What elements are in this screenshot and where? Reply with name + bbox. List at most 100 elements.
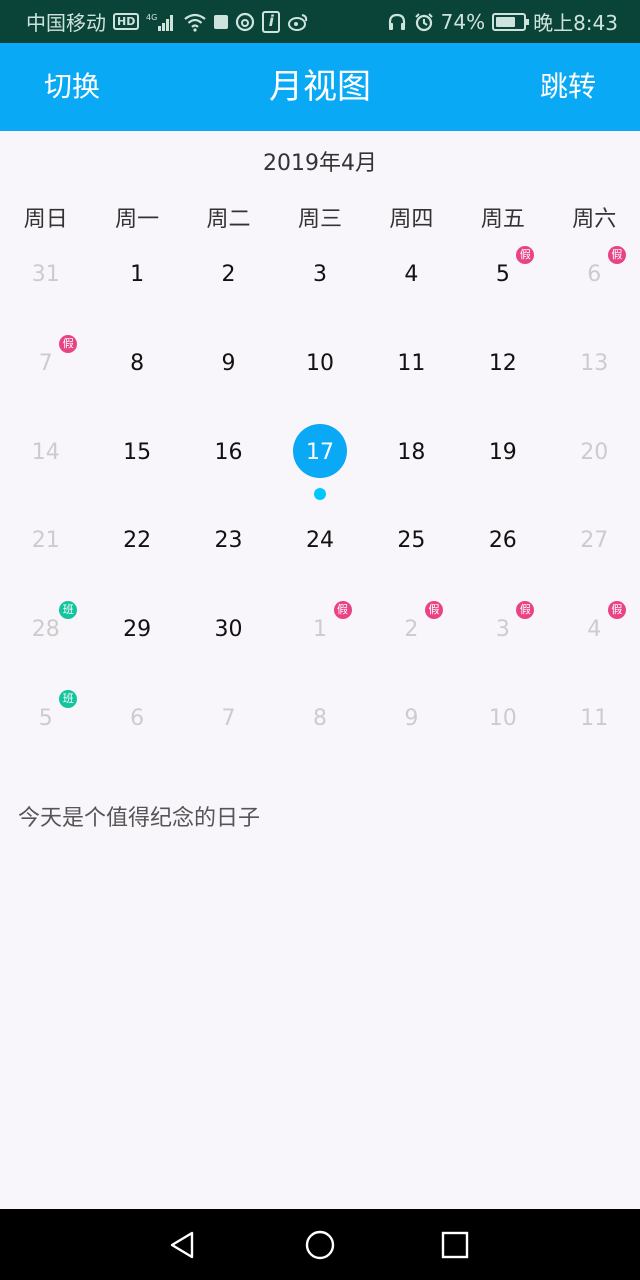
jump-button[interactable]: 跳转	[540, 43, 596, 131]
alarm-icon	[414, 12, 434, 32]
holiday-badge: 假	[607, 246, 626, 264]
day-number: 31	[31, 262, 60, 287]
recents-icon[interactable]	[437, 1227, 473, 1263]
navigation-bar	[0, 1209, 640, 1280]
calendar-day[interactable]: 13	[549, 319, 640, 408]
status-bar-left: 中国移动 HD 4G i	[26, 7, 309, 36]
calendar-day-selected[interactable]: 17	[274, 408, 365, 500]
calendar-day[interactable]: 11	[549, 674, 640, 763]
calendar-day[interactable]: 15	[91, 408, 182, 497]
calendar-day[interactable]: 23	[183, 496, 274, 585]
calendar-day[interactable]: 10	[457, 674, 548, 763]
calendar-day[interactable]: 6	[91, 674, 182, 763]
day-number: 23	[214, 528, 243, 554]
day-number: 19	[488, 439, 517, 465]
calendar-day[interactable]: 7	[183, 674, 274, 763]
day-number: 15	[123, 439, 152, 465]
day-number: 5	[495, 262, 510, 287]
hd-icon: HD	[113, 13, 140, 30]
calendar-day[interactable]: 1	[91, 230, 182, 319]
calendar-week-row: 31 1 2 3 4 5 假 6 假	[0, 230, 640, 319]
clock-time: 晚上8:43	[533, 11, 618, 35]
calendar-week-row: 21 22 23 24 25 26 27	[0, 496, 640, 585]
carrier-label: 中国移动	[26, 11, 106, 35]
calendar-day[interactable]: 9	[183, 319, 274, 408]
day-number: 10	[488, 705, 517, 731]
calendar-day[interactable]: 3假	[457, 585, 548, 674]
calendar-day[interactable]: 22	[91, 496, 182, 585]
month-label: 2019年4月	[263, 151, 377, 176]
day-number: 30	[214, 617, 243, 643]
battery-percent: 74%	[440, 9, 486, 34]
calendar-week-row: 7 假 8 9 10 11 12 13	[0, 319, 640, 408]
day-number: 18	[397, 439, 426, 465]
calendar-day[interactable]: 14	[0, 408, 91, 497]
calendar-day[interactable]: 9	[366, 674, 457, 763]
calendar-day[interactable]: 19	[457, 408, 548, 497]
calendar-day[interactable]: 5班	[0, 674, 91, 763]
day-number: 9	[404, 705, 419, 731]
calendar-day[interactable]: 1假	[274, 585, 365, 674]
day-number: 29	[123, 617, 152, 643]
day-number: 14	[31, 439, 60, 465]
holiday-badge: 假	[607, 601, 626, 620]
calendar-day[interactable]: 6假	[549, 230, 640, 319]
calendar-day[interactable]: 2	[183, 230, 274, 319]
holiday-badge: 假	[59, 334, 78, 353]
day-number: 28	[31, 617, 60, 643]
day-number: 11	[397, 350, 426, 376]
day-number: 6	[130, 705, 145, 731]
day-number: 8	[130, 350, 145, 376]
calendar-day[interactable]: 29	[91, 585, 182, 674]
day-number: 5	[38, 705, 53, 731]
netease-icon	[235, 12, 255, 32]
calendar-day[interactable]: 10	[274, 319, 365, 408]
day-number: 7	[38, 350, 53, 376]
calendar-day[interactable]: 30	[183, 585, 274, 674]
calendar-day[interactable]: 8	[274, 674, 365, 763]
calendar-day[interactable]: 11	[366, 319, 457, 408]
day-number: 26	[488, 528, 517, 554]
home-icon[interactable]	[302, 1227, 338, 1263]
calendar-day[interactable]: 21	[0, 496, 91, 585]
back-icon[interactable]	[164, 1227, 200, 1263]
calendar-day[interactable]: 28 班	[0, 585, 91, 674]
day-number: 20	[580, 439, 609, 465]
calendar-day[interactable]: 16	[183, 408, 274, 497]
note-text: 今天是个值得纪念的日子	[18, 806, 261, 831]
day-number: 25	[397, 528, 426, 554]
day-number: 12	[488, 350, 517, 376]
day-number: 21	[31, 528, 60, 554]
day-number: 2	[404, 617, 419, 643]
calendar-day[interactable]: 5假	[457, 230, 548, 319]
calendar-day[interactable]: 24	[274, 496, 365, 585]
calendar-day[interactable]: 4假	[549, 585, 640, 674]
battery-fill	[496, 16, 516, 27]
day-number: 9	[221, 350, 236, 376]
day-number: 8	[312, 705, 327, 731]
status-bar: 中国移动 HD 4G i 74% 晚上8:43	[0, 0, 640, 43]
calendar-day[interactable]: 25	[366, 496, 457, 585]
calendar-day[interactable]: 20	[549, 408, 640, 497]
svg-text:4G: 4G	[146, 13, 157, 22]
calendar-day[interactable]: 3	[274, 230, 365, 319]
calendar-day[interactable]: 8	[91, 319, 182, 408]
day-number: 13	[580, 350, 609, 376]
day-number: 3	[312, 262, 327, 287]
calendar-day[interactable]: 27	[549, 496, 640, 585]
calendar-day[interactable]: 26	[457, 496, 548, 585]
calendar-day[interactable]: 12	[457, 319, 548, 408]
calendar-day[interactable]: 7假	[0, 319, 91, 408]
info-icon: i	[262, 10, 281, 33]
day-number: 22	[123, 528, 152, 554]
day-number: 7	[221, 705, 236, 731]
calendar-day[interactable]: 2假	[366, 585, 457, 674]
calendar-day[interactable]: 4	[366, 230, 457, 319]
calendar-day[interactable]: 31	[0, 230, 91, 319]
day-number: 2	[221, 262, 236, 287]
calendar-week-row: 28 班 29 30 1 假 2 假 3 假 4 假	[0, 585, 640, 674]
switch-button[interactable]: 切换	[44, 43, 100, 131]
calendar-grid: 31 1 2 3 4 5 假 6 假 7 假 8 9 10 11 12 13 14 15 16 17 18 19 20 21 22…	[0, 230, 640, 763]
day-number: 4	[404, 262, 419, 287]
calendar-day[interactable]: 18	[366, 408, 457, 497]
